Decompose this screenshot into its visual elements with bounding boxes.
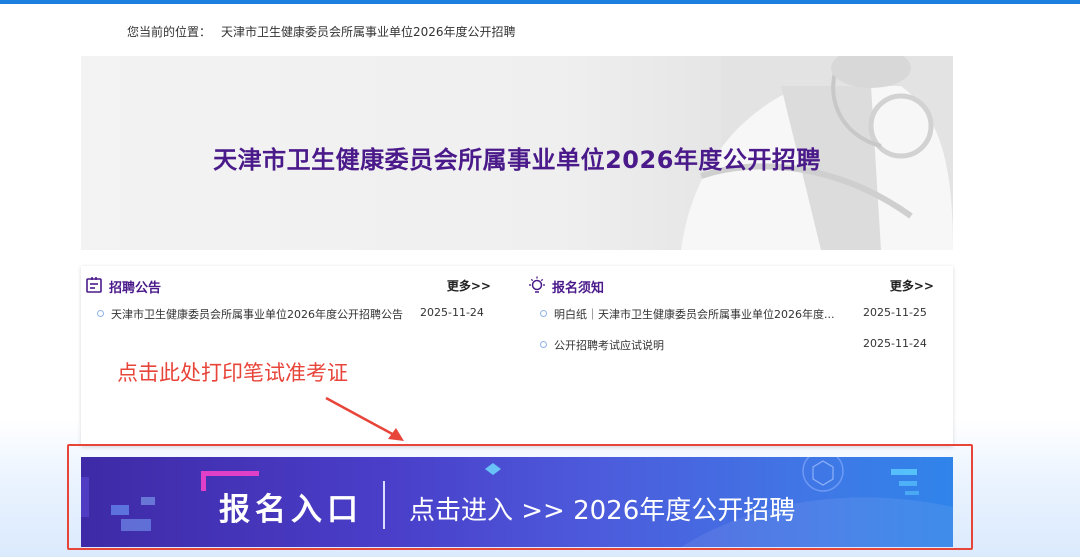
notice-date: 2025-11-24 bbox=[863, 337, 927, 350]
announcement-link[interactable]: 天津市卫生健康委员会所属事业单位2026年度公开招聘公告 bbox=[111, 306, 411, 322]
bullet-icon bbox=[97, 310, 104, 317]
header-banner: 天津市卫生健康委员会所属事业单位2026年度公开招聘 bbox=[81, 56, 953, 250]
list-item: 明白纸｜天津市卫生健康委员会所属事业单位2026年度... 2025-11-25 bbox=[538, 306, 938, 337]
announcement-date: 2025-11-24 bbox=[420, 306, 484, 319]
lightbulb-icon bbox=[529, 276, 545, 293]
breadcrumb: 您当前的位置： 天津市卫生健康委员会所属事业单位2026年度公开招聘 bbox=[127, 23, 516, 40]
list-item: 公开招聘考试应试说明 2025-11-24 bbox=[538, 337, 938, 368]
announcements-title: 招聘公告 bbox=[109, 281, 162, 296]
announcements-header: 招聘公告 更多>> bbox=[81, 276, 511, 296]
notices-list: 明白纸｜天津市卫生健康委员会所属事业单位2026年度... 2025-11-25… bbox=[538, 306, 938, 368]
registration-entry-button[interactable]: 报名入口 点击进入 >> 2026年度公开招聘 bbox=[81, 457, 953, 547]
announcements-more-link[interactable]: 更多>> bbox=[447, 277, 491, 294]
breadcrumb-label: 您当前的位置： bbox=[127, 25, 212, 39]
announcements-section: 招聘公告 更多>> 天津市卫生健康委员会所属事业单位2026年度公开招聘公告 2… bbox=[81, 266, 511, 446]
notice-date: 2025-11-25 bbox=[863, 306, 927, 319]
notice-board-icon bbox=[86, 277, 102, 293]
annotation-text: 点击此处打印笔试准考证 bbox=[117, 361, 348, 385]
notices-more-link[interactable]: 更多>> bbox=[890, 277, 934, 294]
entry-label: 报名入口 bbox=[219, 492, 363, 528]
notice-link[interactable]: 明白纸｜天津市卫生健康委员会所属事业单位2026年度... bbox=[554, 306, 854, 322]
list-item: 天津市卫生健康委员会所属事业单位2026年度公开招聘公告 2025-11-24 bbox=[95, 306, 495, 337]
annotation-arrow-icon bbox=[325, 396, 404, 441]
bullet-icon bbox=[540, 341, 547, 348]
bullet-icon bbox=[540, 310, 547, 317]
banner-title: 天津市卫生健康委员会所属事业单位2026年度公开招聘 bbox=[213, 146, 821, 174]
entry-subtitle: 点击进入 >> 2026年度公开招聘 bbox=[409, 496, 796, 526]
notice-link[interactable]: 公开招聘考试应试说明 bbox=[554, 337, 854, 353]
info-panel: 招聘公告 更多>> 天津市卫生健康委员会所属事业单位2026年度公开招聘公告 2… bbox=[81, 266, 953, 446]
notices-header: 报名须知 更多>> bbox=[524, 276, 954, 296]
top-accent-bar bbox=[0, 0, 1080, 4]
entry-divider bbox=[383, 481, 385, 529]
announcements-list: 天津市卫生健康委员会所属事业单位2026年度公开招聘公告 2025-11-24 bbox=[95, 306, 495, 337]
breadcrumb-current[interactable]: 天津市卫生健康委员会所属事业单位2026年度公开招聘 bbox=[221, 25, 516, 39]
notices-section: 报名须知 更多>> 明白纸｜天津市卫生健康委员会所属事业单位2026年度... … bbox=[524, 266, 954, 446]
notices-title: 报名须知 bbox=[552, 281, 605, 296]
